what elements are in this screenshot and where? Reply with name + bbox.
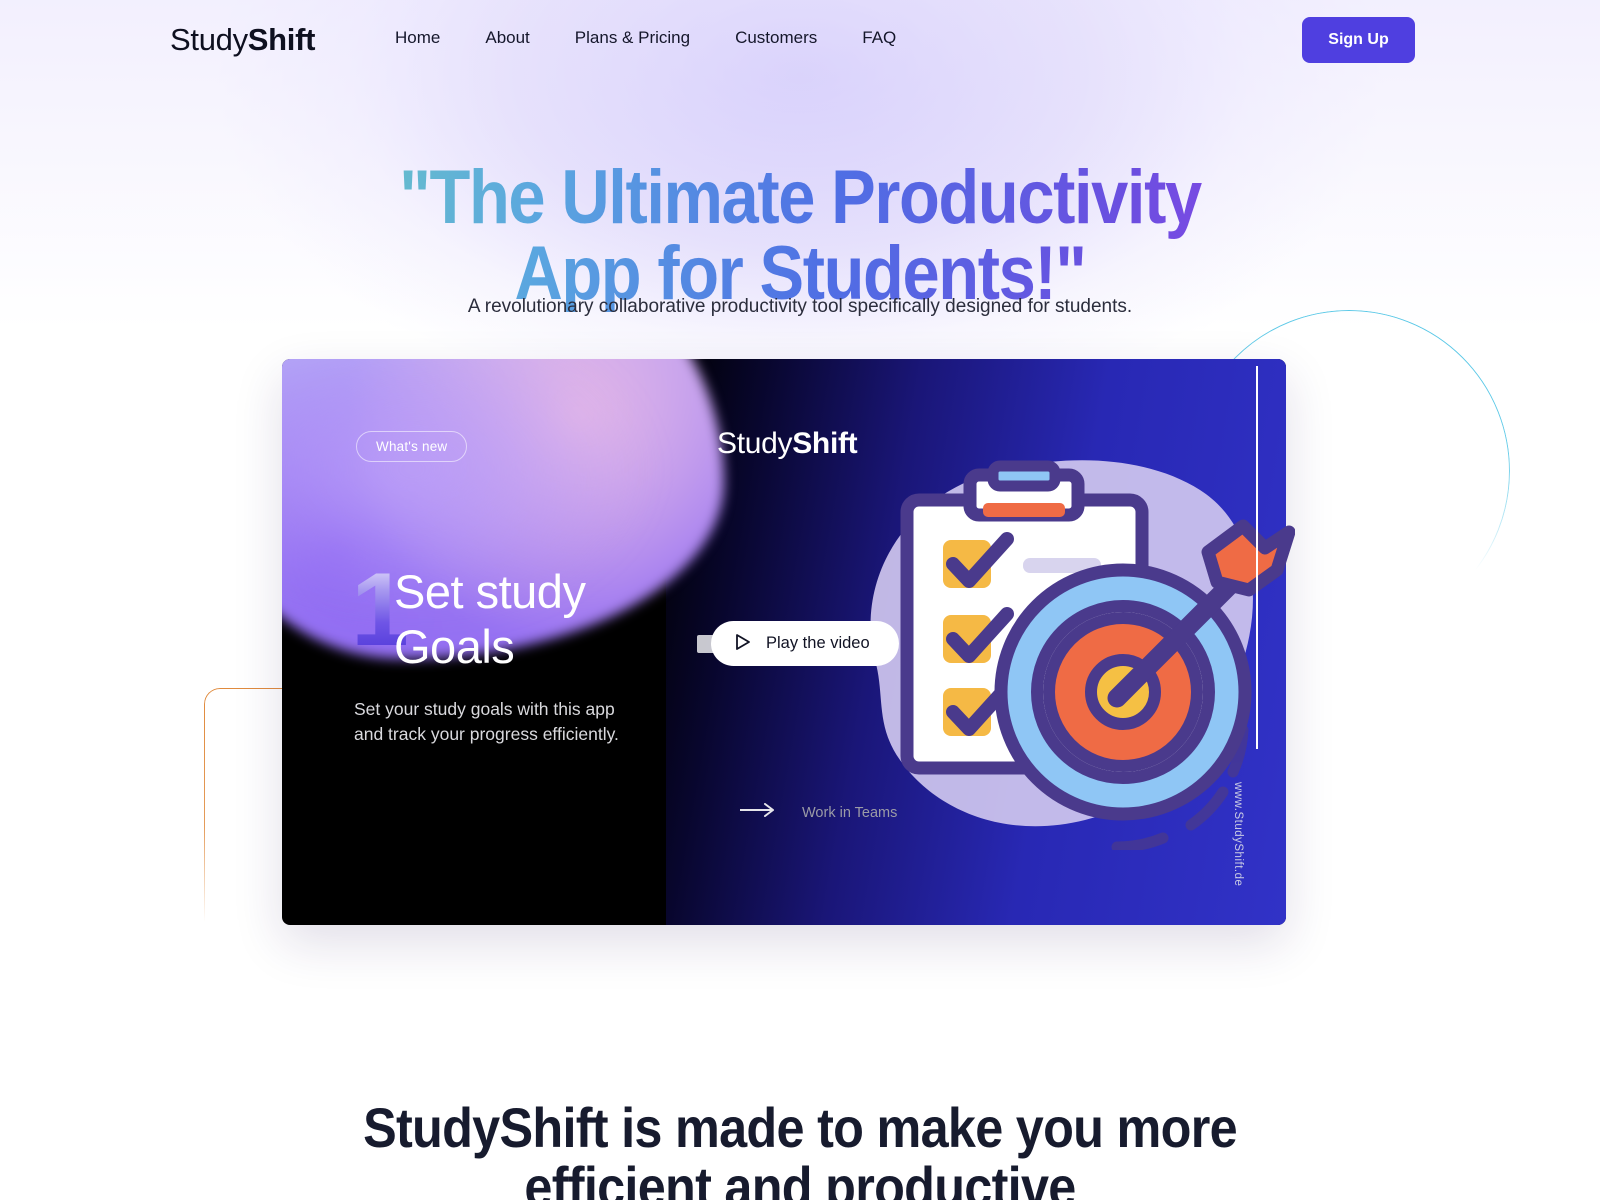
landing-page: StudyShift Home About Plans & Pricing Cu…	[0, 0, 1600, 1200]
nav-item-customers[interactable]: Customers	[735, 28, 817, 48]
play-icon	[735, 633, 751, 654]
sign-up-button[interactable]: Sign Up	[1302, 17, 1415, 63]
nav-item-about[interactable]: About	[485, 28, 529, 48]
whats-new-badge[interactable]: What's new	[356, 431, 468, 462]
logo-light-part: Study	[170, 22, 248, 57]
arrow-right-icon	[739, 803, 776, 822]
work-in-teams-label: Work in Teams	[802, 804, 898, 821]
section-heading: StudyShift is made to make you more effi…	[363, 1096, 1238, 1200]
card-logo-light-part: Study	[717, 427, 793, 460]
step-title: Set study Goals	[394, 565, 586, 673]
nav-item-plans-pricing[interactable]: Plans & Pricing	[575, 28, 690, 48]
step-description: Set your study goals with this app and t…	[354, 699, 619, 744]
nav-item-faq[interactable]: FAQ	[862, 28, 896, 48]
play-video-control: Play the video	[697, 621, 899, 666]
card-vertical-divider	[1256, 366, 1258, 749]
clipboard-target-illustration	[845, 430, 1296, 853]
play-video-button[interactable]: Play the video	[711, 621, 899, 666]
hero-subtitle: A revolutionary collaborative productivi…	[467, 296, 1133, 317]
page-title: "The Ultimate Productivity App for Stude…	[96, 160, 1504, 312]
main-nav: Home About Plans & Pricing Customers FAQ	[395, 28, 896, 48]
card-logo: StudyShift	[717, 427, 858, 461]
site-header: StudyShift Home About Plans & Pricing Cu…	[0, 0, 1600, 80]
card-website-url: www.StudyShift.de	[1232, 782, 1244, 887]
play-video-label: Play the video	[766, 634, 870, 652]
logo-bold-part: Shift	[247, 22, 316, 57]
work-in-teams-link[interactable]: Work in Teams	[739, 803, 898, 822]
nav-item-home[interactable]: Home	[395, 28, 440, 48]
card-logo-bold-part: Shift	[792, 427, 858, 460]
logo[interactable]: StudyShift	[170, 22, 315, 58]
